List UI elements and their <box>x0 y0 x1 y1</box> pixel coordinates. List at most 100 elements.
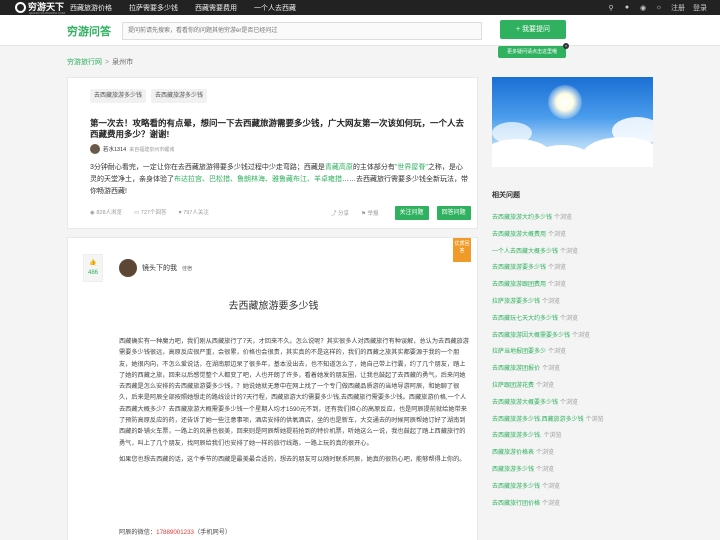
top-nav-item[interactable]: 西藏旅游价格 <box>70 3 112 13</box>
answerer-name[interactable]: 镜头下的我 <box>142 263 177 273</box>
brand-title[interactable]: 穷游问答 <box>67 23 111 39</box>
related-link[interactable]: 拉萨跟团游花费 <box>492 383 534 389</box>
site-logo[interactable]: 穷游天下 QIONGYOUTIANXIA.COM <box>15 1 65 15</box>
related-item[interactable]: 去西藏旅行团价格 个浏览 <box>492 496 653 513</box>
ask-question-button[interactable]: + 我要提问 <box>500 20 566 39</box>
related-link[interactable]: 西藏旅游价格表 <box>492 450 534 456</box>
question-description: 3分钟耐心看完，一定让你在去西藏旅游得要多少钱过程中少走弯路；西藏是青藏高原的主… <box>90 162 468 198</box>
share-action[interactable]: ⤴ 分享 <box>331 209 349 217</box>
avatar[interactable] <box>90 144 100 154</box>
related-link[interactable]: 去西藏旅游要多少钱 <box>492 265 546 271</box>
related-count: 个浏览 <box>542 483 561 490</box>
related-link[interactable]: 去西藏旅游跟团费用 <box>492 282 546 288</box>
breadcrumb-home[interactable]: 穷游旅行网 <box>67 59 102 66</box>
related-item[interactable]: 西藏旅游多少钱 个浏览 <box>492 462 653 479</box>
top-nav-item[interactable]: 拉萨需要多少钱 <box>129 3 178 13</box>
qq-icon[interactable]: ● <box>623 4 631 12</box>
thumbs-up-icon: 👍 <box>89 260 97 266</box>
related-item[interactable]: 去西藏旅游跟团费用 个浏览 <box>492 277 653 294</box>
related-count: 个浏览 <box>548 265 567 272</box>
related-link[interactable]: 去西藏旅游多少钱.西藏旅游多少钱 <box>492 417 584 423</box>
related-link[interactable]: 去西藏旅游团报价 <box>492 366 540 372</box>
answer-card: 👍 486 镜头下的我 佳宿 优质回答 去西藏旅游要多少钱 西藏确实有一种魔力吧… <box>67 237 478 540</box>
related-count: 个浏览 <box>548 282 567 289</box>
related-item[interactable]: 去西藏旅游大约多少钱 个浏览 <box>492 210 653 227</box>
related-count: 个浏览 <box>542 298 561 305</box>
desc-keyword[interactable]: 青藏高原 <box>325 164 353 171</box>
related-item[interactable]: 去西藏旅游因大概需要多少钱 个浏览 <box>492 328 653 345</box>
desc-text: 3分钟耐心看完，一定让你在去西藏旅游得要多少钱过程中少走弯路；西藏是 <box>90 164 325 171</box>
heart-icon: ♥ <box>178 210 182 216</box>
related-item[interactable]: 一个人去西藏大概多少钱 个浏览 <box>492 244 653 261</box>
search-input[interactable] <box>122 22 482 40</box>
tag[interactable]: 去西藏旅游多少钱 <box>151 89 208 103</box>
desc-keyword[interactable]: 布达拉宫、巴松措、鲁朗林海、雅鲁藏布江、羊卓雍措 <box>174 176 342 183</box>
related-link[interactable]: 去西藏旅游多少钱. <box>492 433 542 439</box>
related-link[interactable]: 西藏旅游多少钱 <box>492 467 534 473</box>
related-item[interactable]: 拉萨旅游要多少钱 个浏览 <box>492 294 653 311</box>
top-bar: 穷游天下 QIONGYOUTIANXIA.COM 西藏旅游价格 拉萨需要多少钱 … <box>0 0 720 15</box>
eye-icon: ◉ <box>90 210 95 216</box>
answer-question-button[interactable]: 回答问题 <box>436 206 471 220</box>
contact-phone[interactable]: 17889001233 <box>156 529 194 536</box>
related-item[interactable]: 去西藏玩七天大约多少钱 个浏览 <box>492 311 653 328</box>
report-action[interactable]: ⚑ 举报 <box>361 209 378 217</box>
related-count: 个浏览 <box>554 215 573 221</box>
desc-text: 的主体部分有 <box>352 164 395 171</box>
contact-note: （手机同号） <box>193 529 232 536</box>
related-item[interactable]: 去西藏旅游要多少钱 个浏览 <box>492 260 653 277</box>
related-item[interactable]: 拉萨当地报团要多少 个浏览 <box>492 344 653 361</box>
related-count: 个浏览 <box>548 231 567 238</box>
wechat-icon[interactable]: ◉ <box>639 4 647 12</box>
report-label: 举报 <box>367 211 379 217</box>
related-item[interactable]: 去西藏旅游多少钱. 个浏览 <box>492 428 653 445</box>
related-link[interactable]: 去西藏旅行团价格 <box>492 501 540 507</box>
sidebar-banner-image[interactable] <box>492 77 653 167</box>
quality-answer-badge: 优质回答 <box>453 238 471 262</box>
answer-body: 西藏确实有一种魔力吧，我们刚从西藏旅行了7天，才回来不久。怎么说呢？其实很多人对… <box>119 336 471 470</box>
related-link[interactable]: 去西藏旅游因大概需要多少钱 <box>492 333 570 339</box>
related-link[interactable]: 去西藏玩七天大约多少钱 <box>492 316 558 322</box>
related-count: 个浏览 <box>585 416 604 423</box>
related-link[interactable]: 去西藏旅游多少钱 <box>492 484 540 490</box>
views-stat: ◉ 828人浏览 <box>90 208 122 216</box>
tag[interactable]: 去西藏旅游多少钱 <box>90 89 147 103</box>
top-nav: 西藏旅游价格 拉萨需要多少钱 西藏需要费用 一个人去西藏 <box>70 0 296 15</box>
answerer-level: 佳宿 <box>182 265 193 272</box>
related-item[interactable]: 去西藏旅游团报价 个浏览 <box>492 361 653 378</box>
related-link[interactable]: 一个人去西藏大概多少钱 <box>492 249 558 255</box>
vote-box[interactable]: 👍 486 <box>83 254 103 282</box>
asker-name[interactable]: 若水1314 <box>103 145 126 153</box>
related-item[interactable]: 去西藏旅游多少钱.西藏旅游多少钱 个浏览 <box>492 412 653 429</box>
follow-question-button[interactable]: 关注问题 <box>394 206 429 220</box>
related-count: 个浏览 <box>536 450 555 457</box>
related-link[interactable]: 拉萨旅游要多少钱 <box>492 299 540 305</box>
related-item[interactable]: 去西藏旅游大概费用 个浏览 <box>492 227 653 244</box>
related-count: 个浏览 <box>548 349 567 356</box>
answer-contact: 阿辰的微信：17889001233（手机同号） <box>119 527 231 536</box>
weibo-icon[interactable]: ☼ <box>655 4 663 12</box>
related-link[interactable]: 拉萨当地报团要多少 <box>492 349 546 355</box>
register-link[interactable]: 注册 <box>671 3 685 13</box>
related-count: 个浏览 <box>542 366 561 373</box>
answerer-info: 镜头下的我 佳宿 <box>119 259 192 277</box>
search-icon[interactable]: ⚲ <box>607 4 615 12</box>
avatar[interactable] <box>119 259 137 277</box>
desc-keyword[interactable]: "世界屋脊" <box>395 164 428 171</box>
top-nav-item[interactable]: 一个人去西藏 <box>254 3 296 13</box>
views-count: 828人浏览 <box>96 210 123 216</box>
related-item[interactable]: 西藏旅游价格表 个浏览 <box>492 445 653 462</box>
answer-paragraph: 如果您也想去西藏的话，这个季节的西藏是最美最合适的，想去的朋友可以随时联系阿辰，… <box>119 455 466 463</box>
related-link[interactable]: 去西藏旅游大概费用 <box>492 232 546 238</box>
related-link[interactable]: 去西藏旅游大概要多少钱 <box>492 400 558 406</box>
related-item[interactable]: 去西藏旅游大概要多少钱 个浏览 <box>492 395 653 412</box>
answer-paragraph: 西藏确实有一种魔力吧，我们刚从西藏旅行了7天，才回来不久。怎么说呢？其实很多人对… <box>119 338 469 447</box>
related-item[interactable]: 去西藏旅游多少钱 个浏览 <box>492 479 653 496</box>
login-link[interactable]: 登录 <box>693 3 707 13</box>
related-count: 个浏览 <box>560 248 579 255</box>
related-link[interactable]: 去西藏旅游大约多少钱 <box>492 215 552 221</box>
cloud-graphic <box>492 122 532 144</box>
related-item[interactable]: 拉萨跟团游花费 个浏览 <box>492 378 653 395</box>
close-icon[interactable]: × <box>563 43 569 49</box>
top-nav-item[interactable]: 西藏需要费用 <box>195 3 237 13</box>
